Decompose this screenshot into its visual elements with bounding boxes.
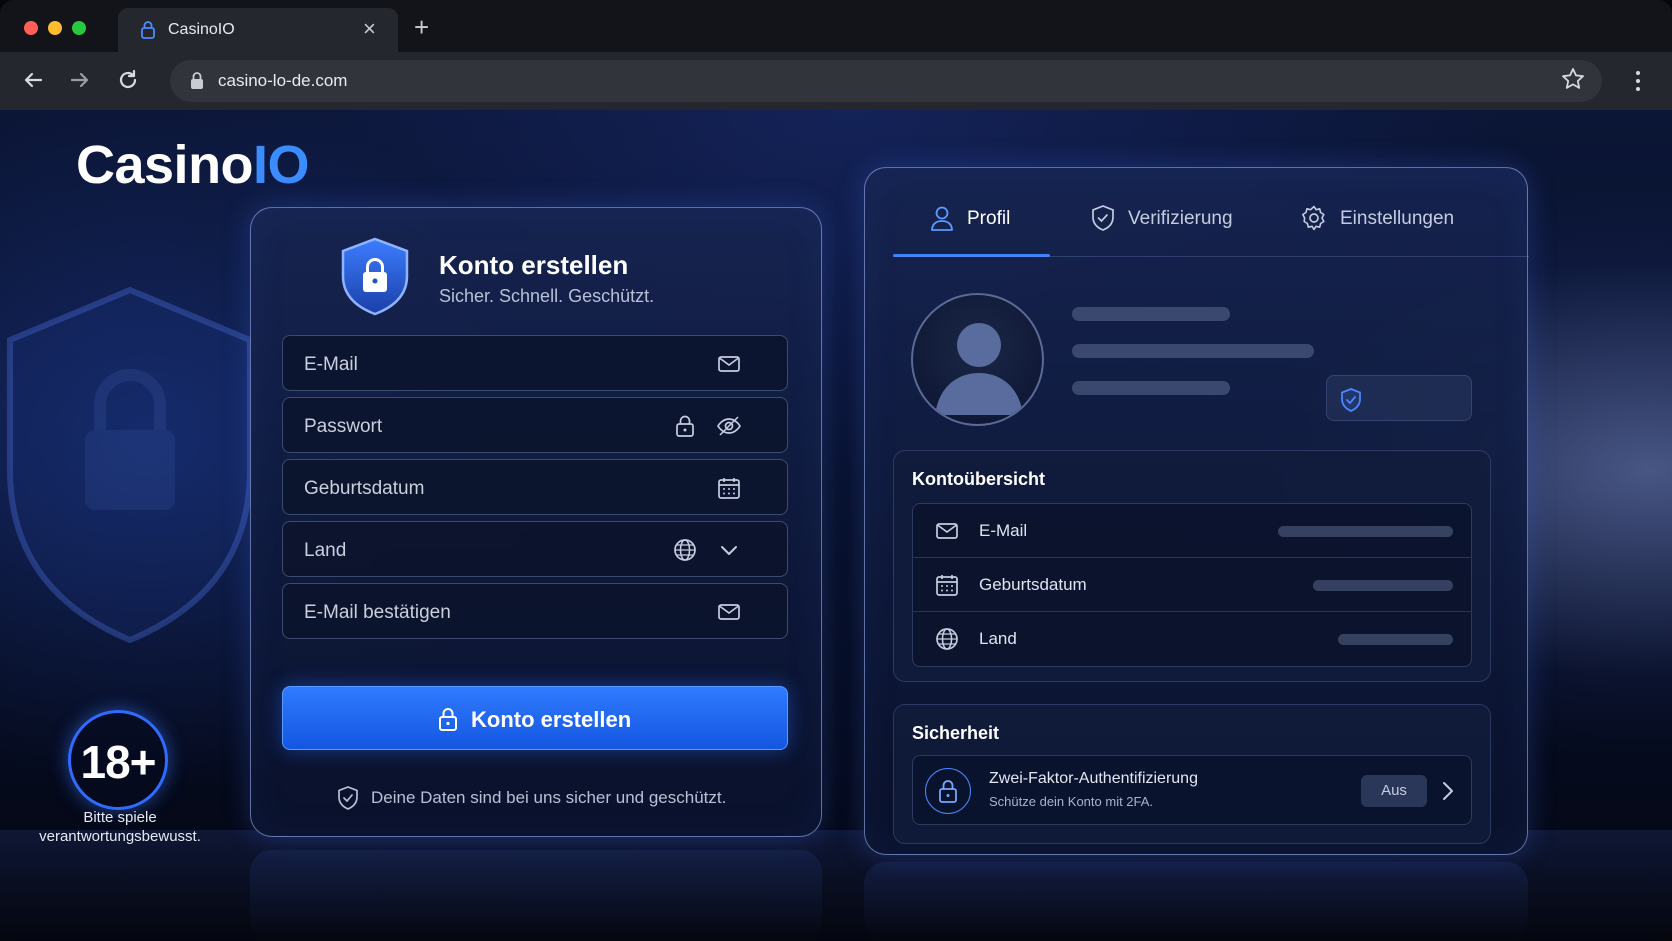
value-placeholder	[1338, 634, 1453, 645]
avatar[interactable]	[911, 293, 1044, 426]
account-overview-title: Kontoübersicht	[912, 469, 1045, 489]
eye-icon[interactable]	[716, 413, 742, 439]
tab-bar: CasinoIO × +	[0, 0, 1672, 52]
verification-status-badge	[1326, 375, 1472, 421]
overview-row-label: E-Mail	[979, 521, 1028, 540]
value-placeholder	[1313, 580, 1453, 591]
globe-icon	[674, 539, 696, 561]
url-text: casino-lo-de.com	[218, 71, 348, 90]
profile-panel: Profil Verifizierung Einstellungen Konto…	[864, 167, 1529, 855]
menu-kebab-icon[interactable]	[1628, 66, 1648, 96]
lock-icon	[676, 415, 694, 437]
logo-main-text: Casino	[76, 135, 254, 195]
password-field[interactable]: Passwort	[282, 397, 788, 453]
tab-close-button[interactable]: ×	[363, 16, 376, 42]
country-placeholder: Land	[304, 540, 347, 561]
account-overview-section: Kontoübersicht E-Mail Geburtsdatum Land	[893, 450, 1491, 682]
chevron-right-icon[interactable]	[1441, 780, 1455, 802]
shield-lock-icon	[341, 237, 409, 316]
tab-title: CasinoIO	[168, 21, 235, 38]
browser-tab[interactable]: CasinoIO ×	[118, 8, 398, 52]
shield-check-icon	[1092, 205, 1114, 231]
tab-divider	[893, 256, 1529, 257]
card-reflection	[864, 862, 1528, 941]
age-restriction-badge: 18+	[68, 710, 168, 810]
logo-accent-text: IO	[253, 135, 310, 195]
detail-placeholder	[1072, 381, 1230, 395]
tab-einstellungen-label: Einstellungen	[1340, 208, 1455, 229]
address-bar[interactable]: casino-lo-de.com	[170, 60, 1602, 102]
browser-toolbar: casino-lo-de.com	[0, 52, 1672, 110]
detail-placeholder	[1072, 344, 1314, 358]
twofa-subtitle: Schütze dein Konto mit 2FA.	[989, 794, 1154, 809]
brand-logo[interactable]: CasinoIO	[76, 134, 310, 196]
user-icon	[931, 206, 953, 231]
minimize-window-button[interactable]	[48, 21, 62, 35]
shield-check-icon	[338, 786, 358, 810]
signup-subtitle: Sicher. Schnell. Geschützt.	[439, 286, 655, 306]
page-content: CasinoIO 18+ Bitte spiele verantwortungs…	[0, 110, 1672, 941]
globe-icon	[936, 628, 958, 650]
create-account-button[interactable]: Konto erstellen	[282, 686, 788, 750]
account-overview-list: E-Mail Geburtsdatum Land	[912, 503, 1472, 667]
overview-row-label: Land	[979, 629, 1017, 648]
calendar-icon[interactable]	[716, 475, 742, 501]
email-placeholder: E-Mail	[304, 354, 358, 375]
email-field[interactable]: E-Mail	[282, 335, 788, 391]
name-placeholder	[1072, 307, 1230, 321]
country-select[interactable]: Land	[282, 521, 788, 577]
overview-row-birthdate[interactable]: Geburtsdatum	[913, 558, 1471, 612]
overview-row-label: Geburtsdatum	[979, 575, 1087, 594]
lock-icon	[939, 780, 957, 803]
close-window-button[interactable]	[24, 21, 38, 35]
create-account-label: Konto erstellen	[471, 707, 632, 732]
bookmark-star-icon[interactable]	[1560, 66, 1586, 92]
forward-arrow-icon[interactable]	[66, 66, 94, 94]
overview-row-country[interactable]: Land	[913, 612, 1471, 666]
chevron-down-icon[interactable]	[716, 537, 742, 563]
lock-icon	[439, 708, 457, 731]
mail-icon	[936, 523, 958, 539]
user-silhouette-icon	[935, 323, 1023, 415]
birthdate-placeholder: Geburtsdatum	[304, 478, 425, 499]
twofa-row[interactable]: Zwei-Faktor-Authentifizierung Schütze de…	[912, 755, 1472, 825]
signup-card: Konto erstellen Sicher. Schnell. Geschüt…	[250, 207, 822, 837]
new-tab-button[interactable]: +	[414, 12, 429, 43]
birthdate-field[interactable]: Geburtsdatum	[282, 459, 788, 515]
security-title: Sicherheit	[912, 723, 1000, 743]
email-confirm-field[interactable]: E-Mail bestätigen	[282, 583, 788, 639]
reload-icon[interactable]	[114, 66, 142, 94]
email-confirm-placeholder: E-Mail bestätigen	[304, 602, 451, 623]
password-placeholder: Passwort	[304, 416, 383, 437]
maximize-window-button[interactable]	[72, 21, 86, 35]
data-security-note: Deine Daten sind bei uns sicher und gesc…	[371, 788, 727, 807]
value-placeholder	[1278, 526, 1453, 537]
overview-row-email[interactable]: E-Mail	[913, 504, 1471, 558]
mail-icon	[718, 356, 740, 372]
tab-profil-label: Profil	[967, 208, 1011, 229]
back-arrow-icon[interactable]	[19, 66, 47, 94]
lock-icon	[191, 72, 203, 89]
calendar-icon	[936, 575, 958, 596]
lock-icon	[141, 21, 155, 39]
twofa-toggle[interactable]: Aus	[1361, 775, 1427, 807]
background-shield-icon	[7, 286, 253, 644]
browser-window: CasinoIO × + casino-lo-de.com CasinoIO 1…	[0, 0, 1672, 941]
mail-icon	[718, 604, 740, 620]
card-reflection	[250, 850, 822, 941]
security-section: Sicherheit Zwei-Faktor-Authentifizierung…	[893, 704, 1491, 844]
age-label: 18+	[80, 736, 156, 788]
gear-icon	[1302, 205, 1325, 231]
twofa-title: Zwei-Faktor-Authentifizierung	[989, 770, 1198, 787]
shield-check-icon	[1341, 388, 1361, 412]
signup-title: Konto erstellen	[439, 250, 629, 280]
tab-verifizierung-label: Verifizierung	[1128, 208, 1233, 229]
responsible-gaming-text: Bitte spiele verantwortungsbewusst.	[39, 809, 201, 845]
twofa-icon-ring	[925, 768, 971, 814]
